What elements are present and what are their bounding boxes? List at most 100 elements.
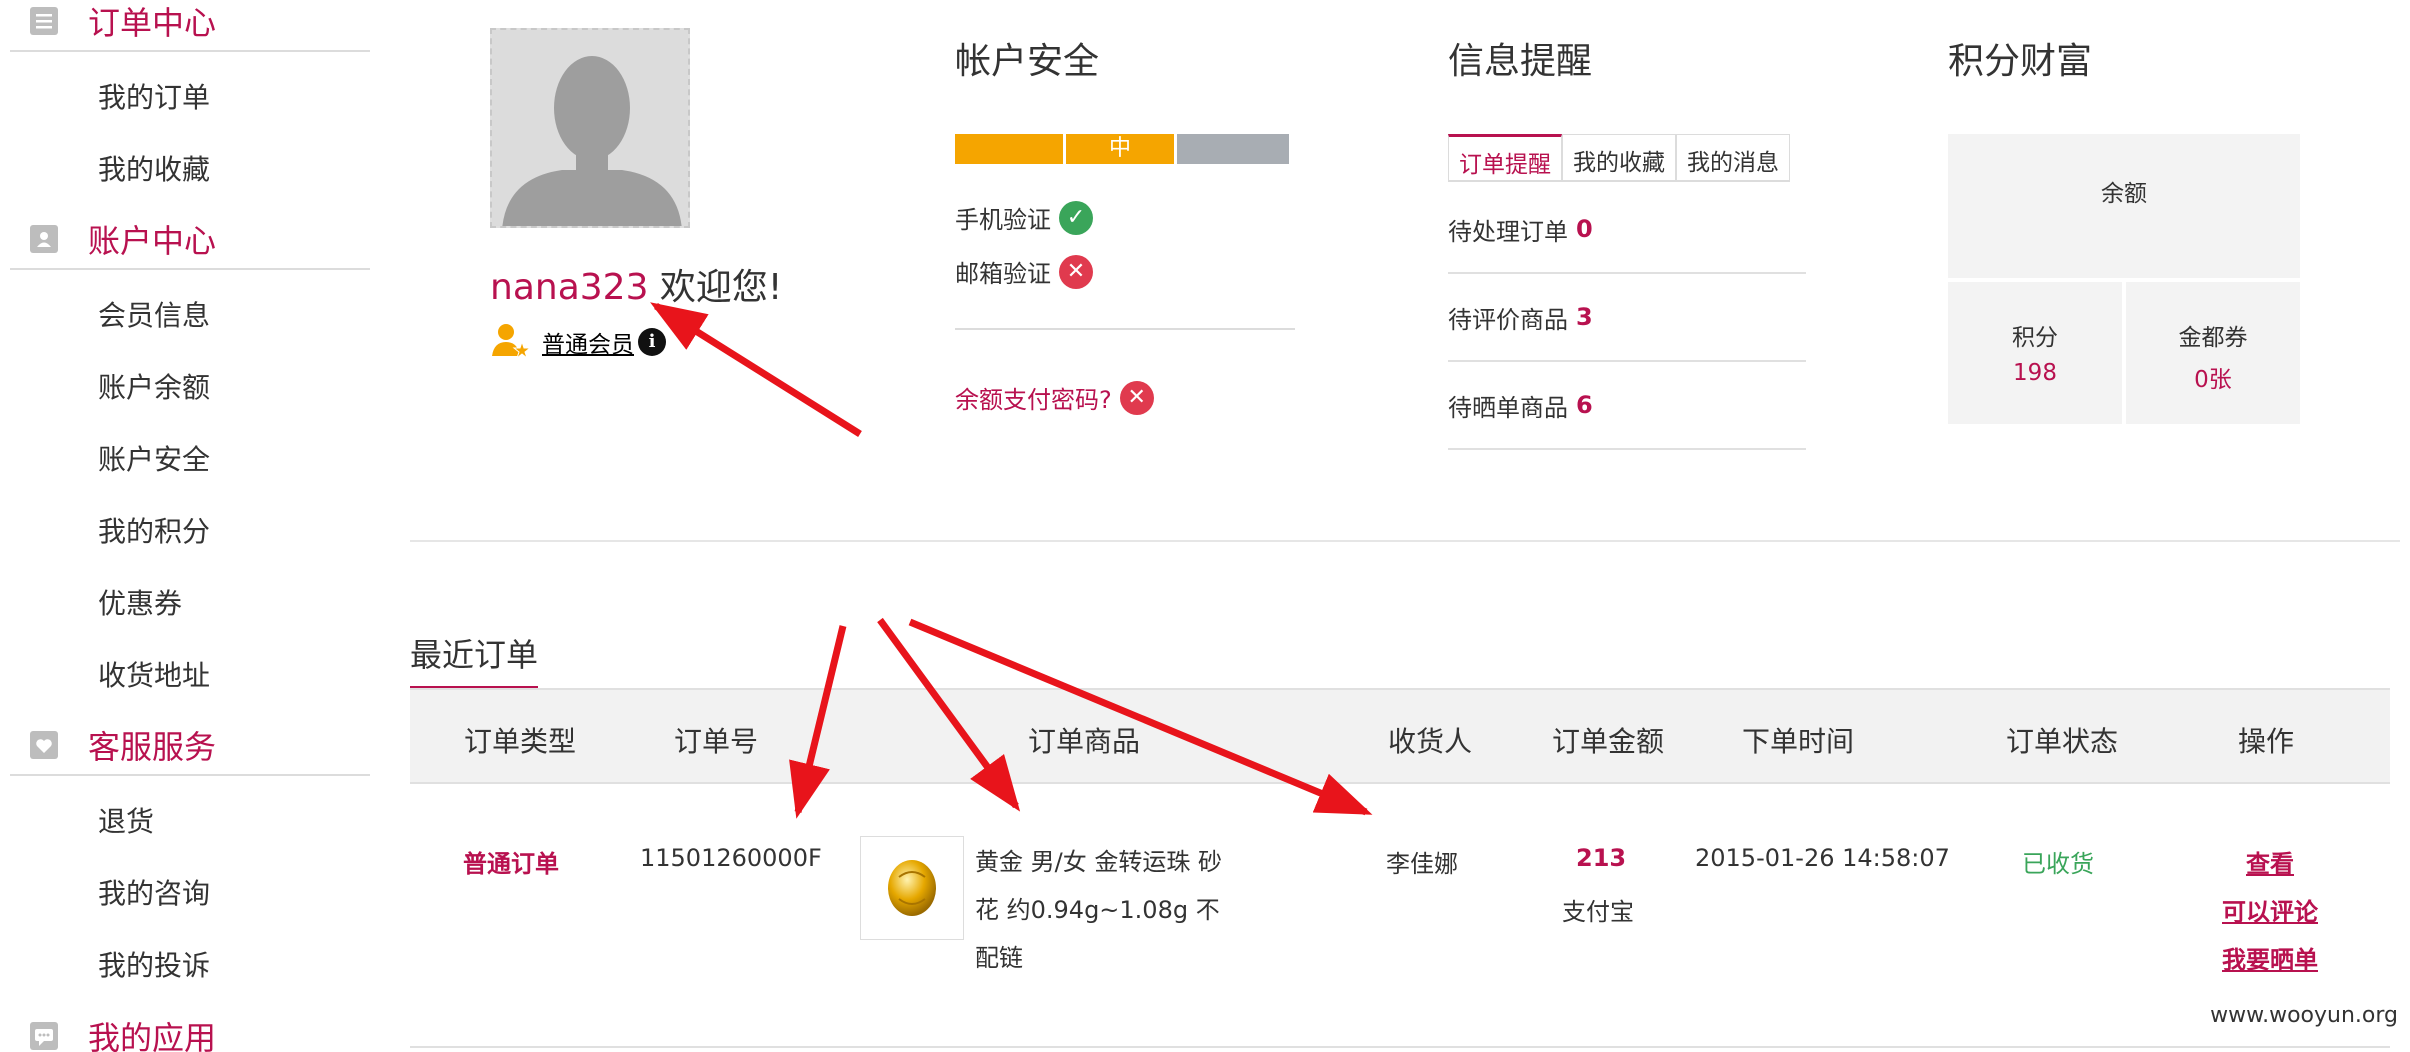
phone-verify-row: 手机验证 ✓ <box>955 200 1093 235</box>
order-type: 普通订单 <box>463 850 559 878</box>
tab-order-reminder[interactable]: 订单提醒 <box>1448 134 1562 180</box>
reminder-label: 待处理订单 <box>1448 217 1568 246</box>
sidebar-item-inquiries[interactable]: 我的咨询 <box>98 872 210 912</box>
reminder-count: 0 <box>1576 215 1593 243</box>
email-verify-label: 邮箱验证 <box>955 260 1051 288</box>
sidebar-item-address[interactable]: 收货地址 <box>98 654 210 694</box>
watermark: www.wooyun.org <box>2210 1003 2398 1028</box>
divider <box>955 328 1295 330</box>
avatar-placeholder-icon <box>492 30 688 226</box>
sidebar-section-apps: 我的应用 <box>10 1006 370 1052</box>
section-divider <box>410 540 2400 542</box>
cross-icon: ✕ <box>1059 254 1093 289</box>
sidebar-item-member-info[interactable]: 会员信息 <box>98 294 210 334</box>
security-level-label: 中 <box>1066 134 1174 164</box>
sidebar-section-account-center: 账户中心 <box>10 210 370 270</box>
sidebar-header-account-center[interactable]: 账户中心 <box>10 210 370 270</box>
tab-messages[interactable]: 我的消息 <box>1676 134 1790 180</box>
receiver-name: 李佳娜 <box>1386 850 1458 878</box>
balance-label: 余额 <box>2101 181 2147 207</box>
product-name[interactable]: 黄金 男/女 金转运珠 砂花 约0.94g~1.08g 不配链 <box>975 838 1225 982</box>
payment-method: 支付宝 <box>1562 898 1634 926</box>
sidebar-title: 客服服务 <box>88 728 217 766</box>
reminder-row[interactable]: 待晒单商品 6 <box>1448 362 1806 450</box>
points-label: 积分 <box>2012 325 2058 351</box>
voucher-value: 0张 <box>2194 367 2232 393</box>
check-icon: ✓ <box>1059 200 1093 235</box>
gold-bead-icon <box>888 860 936 916</box>
view-order-link[interactable]: 查看 <box>2246 844 2294 879</box>
cross-icon: ✕ <box>1119 380 1154 415</box>
phone-verify-label: 手机验证 <box>955 206 1051 234</box>
points-box[interactable]: 积分 198 <box>1948 282 2122 424</box>
reminder-tabs: 订单提醒 我的收藏 我的消息 <box>1448 134 1790 182</box>
avatar[interactable] <box>490 28 690 228</box>
reminder-count: 3 <box>1576 303 1593 331</box>
sidebar-item-returns[interactable]: 退货 <box>98 800 154 840</box>
points-value: 198 <box>2013 360 2057 386</box>
sidebar-item-coupons[interactable]: 优惠券 <box>98 582 182 622</box>
arrow-to-username <box>650 302 862 437</box>
sidebar-item-security[interactable]: 账户安全 <box>98 438 210 478</box>
sidebar-section-order-center: 订单中心 <box>10 0 370 52</box>
sidebar-item-complaints[interactable]: 我的投诉 <box>98 944 210 984</box>
column-header: 订单状态 <box>2006 725 2119 758</box>
info-icon[interactable]: i <box>638 328 666 356</box>
sidebar-item-my-orders[interactable]: 我的订单 <box>98 76 210 116</box>
sidebar-item-my-favorites[interactable]: 我的收藏 <box>98 148 210 188</box>
reminders-title: 信息提醒 <box>1448 41 1593 82</box>
sidebar-title: 我的应用 <box>88 1019 217 1052</box>
reminder-label: 待评价商品 <box>1448 305 1568 334</box>
wealth-title: 积分财富 <box>1948 41 2093 82</box>
product-thumbnail[interactable] <box>860 836 964 940</box>
order-amount: 213 <box>1576 844 1627 872</box>
column-header: 操作 <box>2238 725 2295 758</box>
sidebar-header-apps[interactable]: 我的应用 <box>10 1006 370 1052</box>
column-header: 下单时间 <box>1742 725 1855 758</box>
member-user-icon <box>490 322 532 362</box>
reminder-label: 待晒单商品 <box>1448 393 1568 422</box>
tab-favorites[interactable]: 我的收藏 <box>1562 134 1676 180</box>
security-bar-seg-1 <box>955 134 1063 164</box>
comment-link[interactable]: 可以评论 <box>2222 892 2318 927</box>
security-title: 帐户安全 <box>955 41 1100 82</box>
list-icon <box>30 7 58 35</box>
column-header: 收货人 <box>1388 725 1473 758</box>
security-level-bar: 中 <box>955 134 1289 164</box>
voucher-box[interactable]: 金都券 0张 <box>2126 282 2300 424</box>
divider <box>410 1046 2390 1048</box>
reminder-count: 6 <box>1576 391 1593 419</box>
pay-password-row[interactable]: 余额支付密码? ✕ <box>955 380 1154 415</box>
voucher-label: 金都券 <box>2178 325 2248 351</box>
column-header: 订单号 <box>674 725 759 758</box>
reminder-row[interactable]: 待处理订单 0 <box>1448 186 1806 274</box>
share-order-link[interactable]: 我要晒单 <box>2222 940 2318 975</box>
heart-icon <box>30 731 58 759</box>
member-level-link[interactable]: 普通会员 <box>542 325 634 359</box>
orders-table-header: 订单类型 订单号 订单商品 收货人 订单金额 下单时间 订单状态 操作 <box>410 688 2390 784</box>
sidebar-item-balance[interactable]: 账户余额 <box>98 366 210 406</box>
user-card-icon <box>30 225 58 253</box>
sidebar-header-order-center[interactable]: 订单中心 <box>10 0 370 52</box>
sidebar-header-service[interactable]: 客服服务 <box>10 716 370 776</box>
balance-box[interactable]: 余额 <box>1948 134 2300 278</box>
recent-orders-title: 最近订单 <box>410 630 539 690</box>
order-status: 已收货 <box>2022 850 2094 878</box>
sidebar-title: 订单中心 <box>88 4 217 42</box>
security-bar-seg-3 <box>1177 134 1289 164</box>
sidebar-section-service: 客服服务 <box>10 716 370 776</box>
column-header: 订单商品 <box>1028 725 1141 758</box>
sidebar-item-points[interactable]: 我的积分 <box>98 510 210 550</box>
username-greeting: nana323 欢迎您! <box>490 258 782 310</box>
column-header: 订单金额 <box>1552 725 1665 758</box>
order-time: 2015-01-26 14:58:07 <box>1695 844 1950 872</box>
member-level: 普通会员 i <box>490 322 666 362</box>
sidebar-title: 账户中心 <box>88 222 217 260</box>
email-verify-row: 邮箱验证 ✕ <box>955 254 1093 289</box>
chat-icon <box>30 1022 58 1050</box>
pay-password-label[interactable]: 余额支付密码? <box>955 380 1112 415</box>
welcome-text: 欢迎您! <box>659 267 783 308</box>
order-number[interactable]: 11501260000F <box>640 844 822 872</box>
reminder-row[interactable]: 待评价商品 3 <box>1448 274 1806 362</box>
username: nana323 <box>490 267 649 308</box>
